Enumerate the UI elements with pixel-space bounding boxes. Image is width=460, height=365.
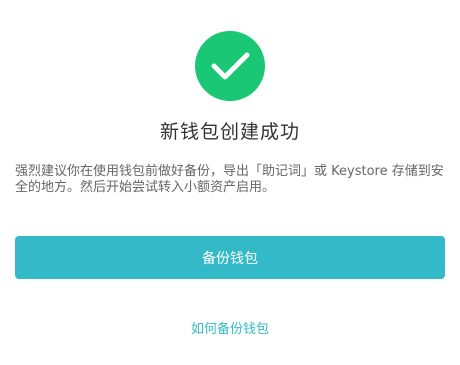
- wallet-created-screen: 新钱包创建成功 强烈建议你在使用钱包前做好备份，导出「助记词」或 Keystor…: [0, 0, 460, 365]
- how-to-backup-link[interactable]: 如何备份钱包: [0, 318, 460, 337]
- success-checkmark-icon: [195, 31, 265, 101]
- backup-advice-text: 强烈建议你在使用钱包前做好备份，导出「助记词」或 Keystore 存储到安全的…: [15, 164, 444, 195]
- page-title: 新钱包创建成功: [159, 121, 300, 143]
- backup-wallet-button[interactable]: 备份钱包: [15, 236, 445, 279]
